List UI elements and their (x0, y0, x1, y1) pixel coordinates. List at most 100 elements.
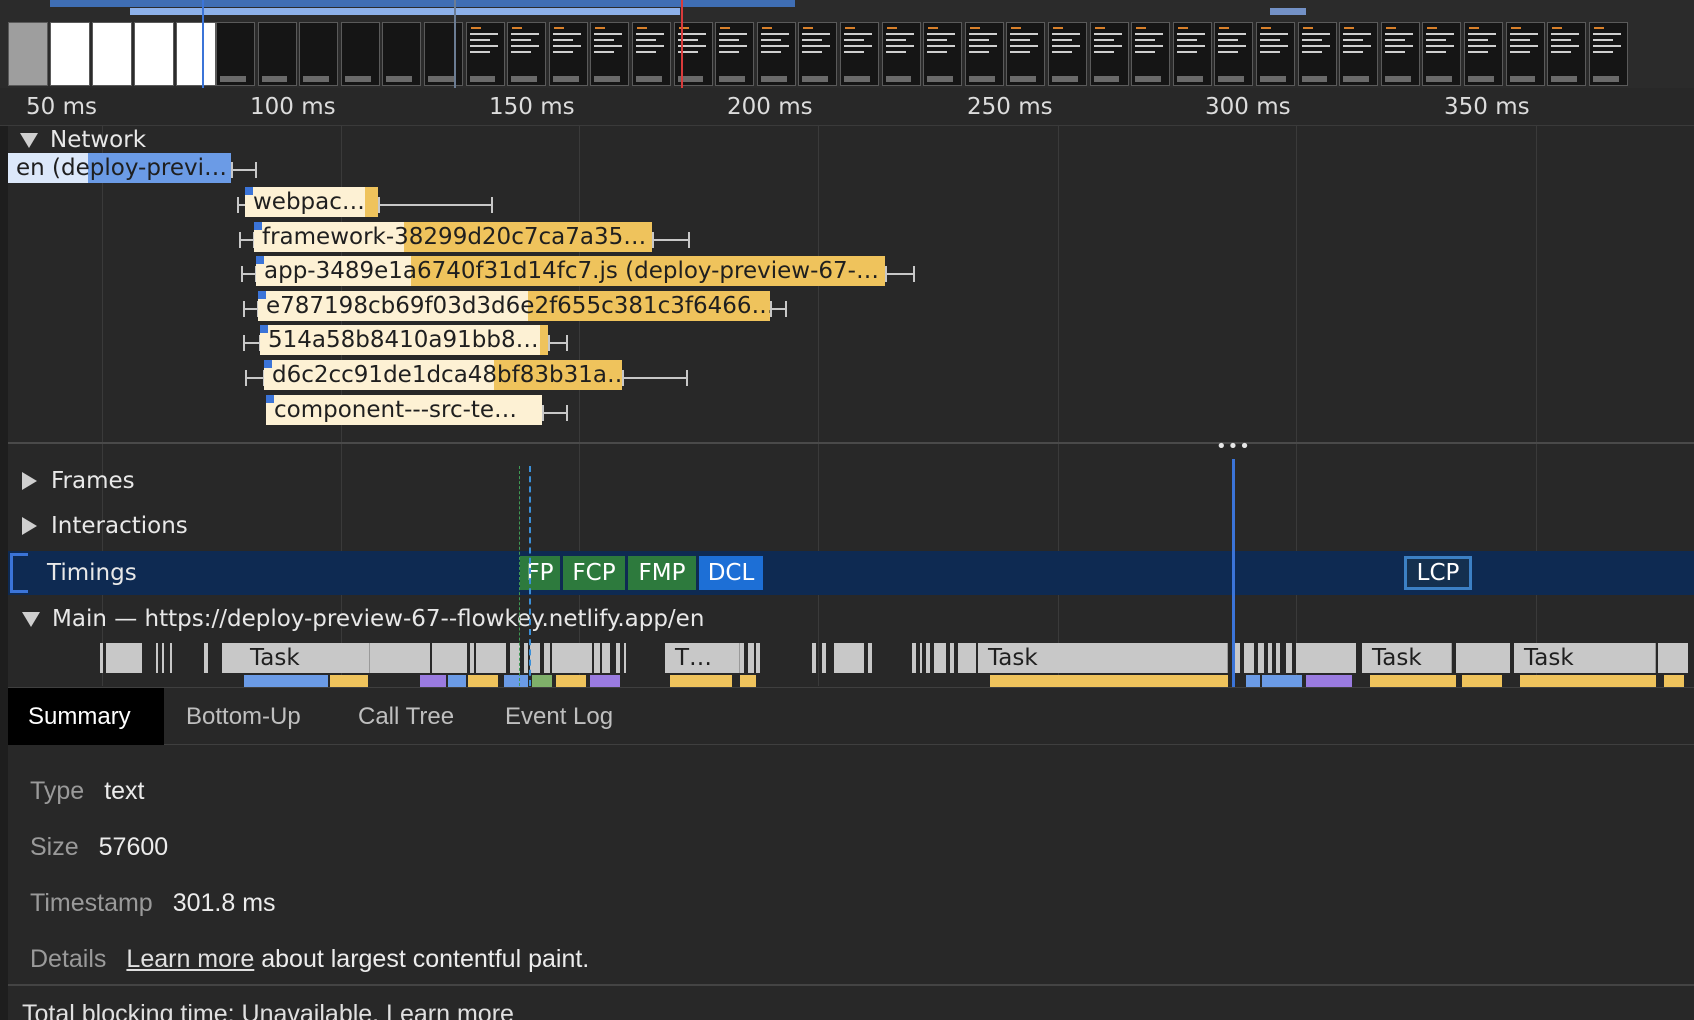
task-sliver[interactable] (602, 643, 610, 673)
interactions-track[interactable]: Interactions (8, 504, 1694, 548)
task-sliver[interactable] (624, 643, 626, 673)
call-frame[interactable] (990, 675, 1228, 687)
call-frame[interactable] (330, 675, 368, 687)
task-sliver[interactable] (926, 643, 930, 673)
call-frame[interactable] (448, 675, 466, 687)
task-sliver[interactable] (552, 643, 592, 673)
task-sliver[interactable] (204, 643, 208, 673)
call-frame[interactable] (420, 675, 446, 687)
task-sliver[interactable] (868, 643, 872, 673)
task-sliver[interactable] (1244, 643, 1254, 673)
call-frame[interactable] (670, 675, 732, 687)
network-request[interactable]: e787198cb69f03d3d6e2f655c381c3f6466… (258, 291, 770, 321)
main-task[interactable]: Task (1362, 643, 1452, 673)
call-frame[interactable] (468, 675, 498, 687)
call-frame[interactable] (1664, 675, 1684, 687)
time-ruler[interactable]: 50 ms 100 ms 150 ms 200 ms 250 ms 300 ms… (0, 88, 1694, 126)
network-splitter[interactable] (8, 442, 1694, 444)
call-frame[interactable] (1306, 675, 1352, 687)
task-sliver[interactable] (822, 643, 826, 673)
task-sliver[interactable] (106, 643, 142, 673)
task-sliver[interactable] (1658, 643, 1688, 673)
main-task[interactable]: Task (1514, 643, 1656, 673)
task-sliver[interactable] (1268, 643, 1272, 673)
marker-fmp[interactable]: FMP (628, 556, 696, 590)
task-sliver[interactable] (920, 643, 922, 673)
frames-track[interactable]: Frames (8, 459, 1694, 503)
main-task[interactable]: T… (665, 643, 740, 673)
main-header[interactable]: Main — https://deploy-preview-67--flowke… (22, 603, 704, 635)
call-frame[interactable] (1246, 675, 1260, 687)
task-sliver[interactable] (1258, 643, 1264, 673)
marker-dcl[interactable]: DCL (699, 556, 763, 590)
timeline-overview[interactable] (0, 0, 1694, 88)
task-sliver[interactable] (530, 643, 540, 673)
task-sliver[interactable] (170, 643, 172, 673)
task-sliver[interactable] (958, 643, 976, 673)
call-frame[interactable] (504, 675, 528, 687)
task-sliver[interactable] (100, 643, 103, 673)
marker-lcp[interactable]: LCP (1404, 556, 1472, 590)
network-request[interactable]: app-3489e1a6740f31d14fc7.js (deploy-prev… (256, 256, 885, 286)
task-sliver[interactable] (370, 643, 430, 673)
tab-summary[interactable]: Summary (8, 688, 164, 745)
call-frame[interactable] (740, 675, 756, 687)
main-task[interactable]: Task (240, 643, 370, 673)
learn-more-link[interactable]: Learn more (126, 945, 254, 973)
marker-fp[interactable]: FP (520, 556, 560, 590)
expand-triangle-icon[interactable] (22, 517, 37, 535)
call-frame[interactable] (1462, 675, 1502, 687)
network-request[interactable]: component---src-te… (266, 395, 542, 425)
call-frame[interactable] (590, 675, 620, 687)
collapse-triangle-icon[interactable] (22, 611, 40, 627)
task-sliver[interactable] (156, 643, 158, 673)
task-sliver[interactable] (222, 643, 240, 673)
tab-call-tree[interactable]: Call Tree (338, 688, 474, 745)
network-request[interactable]: en (deploy-previ… (8, 153, 231, 183)
network-request[interactable]: framework-38299d20c7ca7a35… (254, 222, 652, 252)
network-header[interactable]: Network (20, 126, 146, 156)
task-sliver[interactable] (616, 643, 620, 673)
main-track[interactable]: Main — https://deploy-preview-67--flowke… (8, 597, 1694, 687)
network-request[interactable]: webpac… (245, 187, 378, 217)
frame-text-line (1384, 45, 1413, 47)
call-frame[interactable] (244, 675, 328, 687)
task-sliver[interactable] (1296, 643, 1356, 673)
task-sliver[interactable] (524, 643, 528, 673)
task-sliver[interactable] (594, 643, 600, 673)
call-frame[interactable] (1520, 675, 1656, 687)
details-tabs[interactable]: Summary Bottom-Up Call Tree Event Log (8, 687, 1694, 745)
interactions-header[interactable]: Interactions (22, 510, 188, 542)
task-sliver[interactable] (812, 643, 816, 673)
task-sliver[interactable] (756, 643, 760, 673)
tab-bottom-up[interactable]: Bottom-Up (166, 688, 321, 745)
marker-fcp[interactable]: FCP (563, 556, 625, 590)
task-sliver[interactable] (1276, 643, 1280, 673)
task-sliver[interactable] (748, 643, 754, 673)
task-sliver[interactable] (834, 643, 864, 673)
task-sliver[interactable] (912, 643, 916, 673)
frames-header[interactable]: Frames (22, 465, 135, 497)
network-request[interactable]: 514a58b8410a91bb8… (260, 325, 548, 355)
task-sliver[interactable] (476, 643, 506, 673)
task-sliver[interactable] (162, 643, 164, 673)
tab-event-log[interactable]: Event Log (485, 688, 633, 745)
task-sliver[interactable] (1286, 643, 1292, 673)
task-sliver[interactable] (950, 643, 954, 673)
task-sliver[interactable] (470, 643, 474, 673)
task-sliver[interactable] (934, 643, 946, 673)
task-sliver[interactable] (1456, 643, 1510, 673)
call-frame[interactable] (556, 675, 586, 687)
call-frame[interactable] (1370, 675, 1456, 687)
network-request[interactable]: d6c2cc91de1dca48bf83b31a… (264, 360, 622, 390)
call-frame[interactable] (532, 675, 552, 687)
expand-triangle-icon[interactable] (22, 472, 37, 490)
call-frame[interactable] (1262, 675, 1302, 687)
main-task[interactable]: Task (978, 643, 1228, 673)
network-track[interactable]: Network en (deploy-previ… webpac… framew… (8, 126, 1694, 442)
collapse-triangle-icon[interactable] (20, 132, 38, 148)
timings-header[interactable]: Timings (47, 557, 137, 589)
task-sliver[interactable] (432, 643, 467, 673)
more-handle-icon[interactable]: ••• (1216, 436, 1251, 457)
task-sliver[interactable] (544, 643, 550, 673)
